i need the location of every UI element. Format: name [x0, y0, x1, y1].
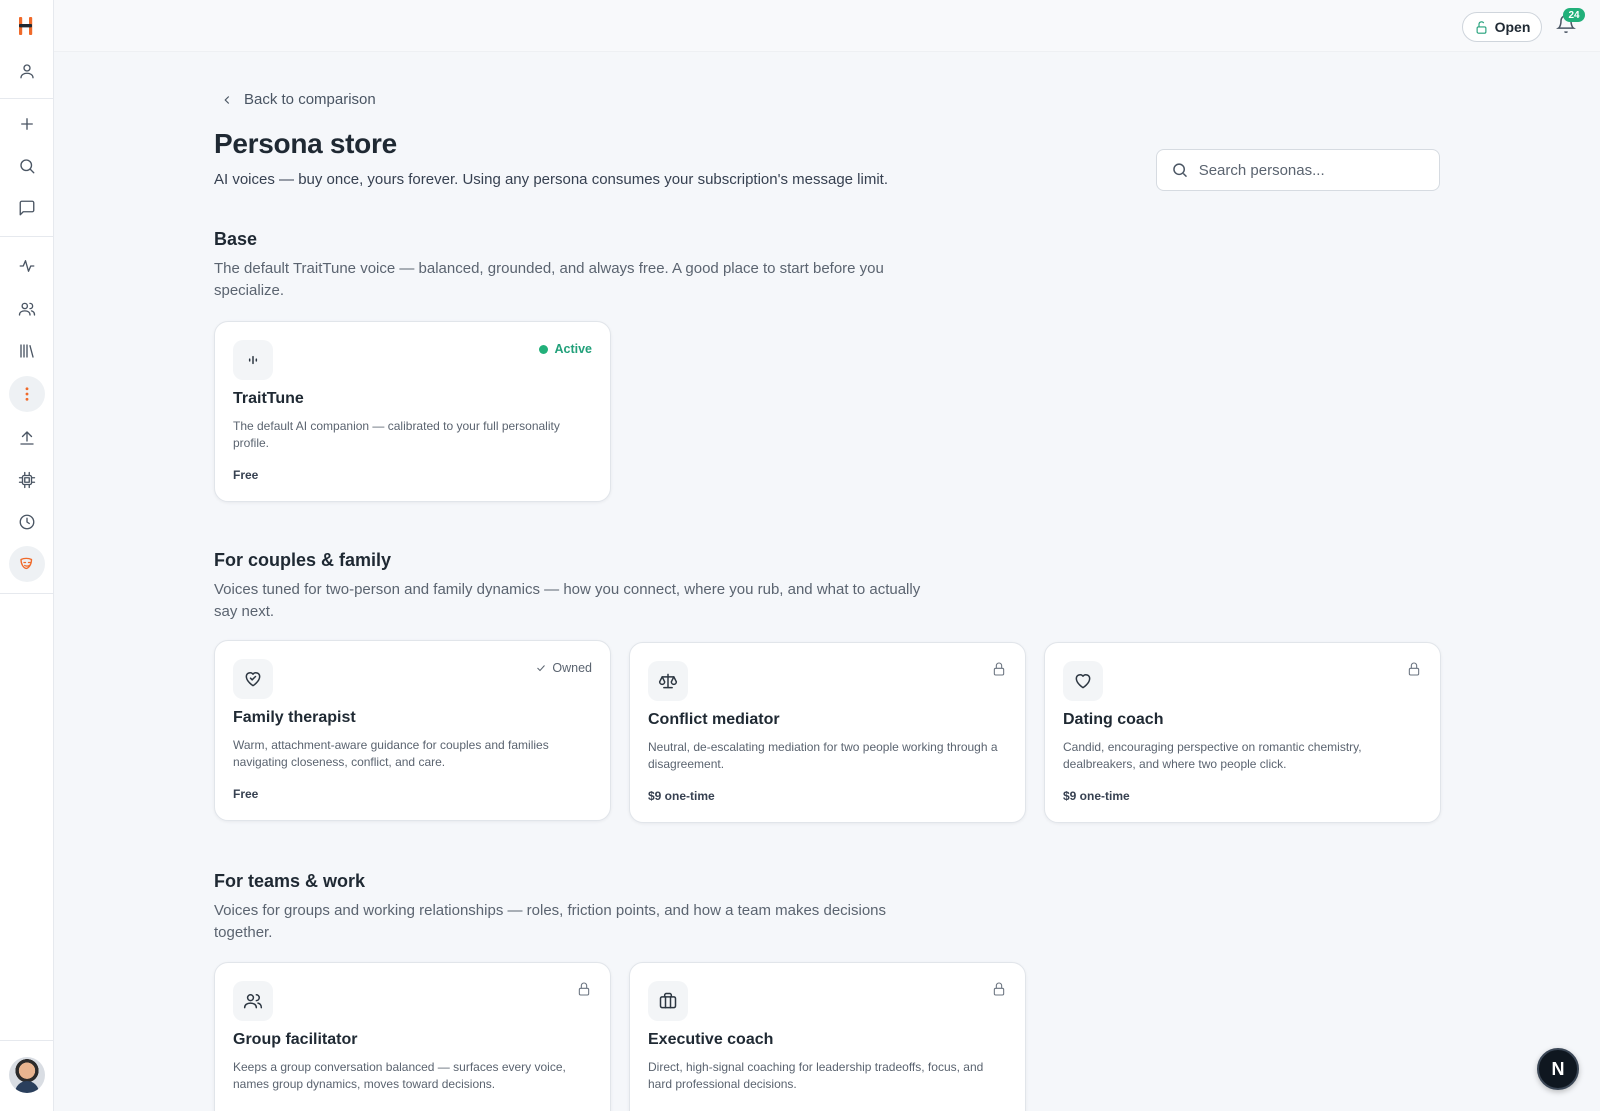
- plus-icon[interactable]: [9, 106, 45, 142]
- scale-icon: [648, 661, 688, 701]
- search-icon[interactable]: [9, 148, 45, 184]
- card-title: Executive coach: [648, 1031, 774, 1048]
- card-title: Dating coach: [1063, 711, 1164, 728]
- topbar: [54, 0, 1600, 52]
- heart-icon: [1063, 661, 1103, 701]
- status-label: Owned: [552, 661, 592, 675]
- persona-card-group-facilitator[interactable]: Group facilitator Keeps a group conversa…: [214, 962, 611, 1111]
- chevron-left-icon: [224, 95, 230, 104]
- people-icon[interactable]: [9, 291, 45, 327]
- section-title-teams: For teams & work: [214, 871, 366, 891]
- section-desc-base: The default TraitTune voice — balanced, …: [214, 260, 884, 299]
- app-logo[interactable]: [15, 14, 39, 38]
- floating-action-button[interactable]: N: [1537, 1048, 1579, 1090]
- status-badge: Active: [539, 342, 592, 356]
- card-title: TraitTune: [233, 390, 304, 407]
- section-desc-couples: Voices tuned for two-person and family d…: [214, 581, 921, 620]
- more-vertical-icon[interactable]: [9, 376, 45, 412]
- card-price: Free: [233, 787, 259, 801]
- search-input[interactable]: [1198, 161, 1425, 179]
- chip-icon[interactable]: [9, 462, 45, 498]
- search-icon: [1173, 163, 1188, 178]
- briefcase-icon: [648, 981, 688, 1021]
- card-description: Neutral, de-escalating mediation for two…: [648, 740, 998, 771]
- page-title: Persona store: [214, 128, 397, 159]
- search-box: [1156, 149, 1440, 191]
- users-icon: [233, 981, 273, 1021]
- open-label: Open: [1494, 19, 1531, 35]
- notification-badge: 24: [1563, 8, 1585, 22]
- status-badge: Owned: [535, 661, 592, 675]
- card-title: Conflict mediator: [648, 711, 780, 728]
- page-subtitle: AI voices — buy once, yours forever. Usi…: [214, 171, 888, 188]
- card-price: $9 one-time: [648, 789, 715, 803]
- card-price: Free: [233, 468, 259, 482]
- persona-mask-icon[interactable]: [9, 546, 45, 582]
- card-description: Keeps a group conversation balanced — su…: [233, 1060, 566, 1091]
- back-to-comparison-link[interactable]: Back to comparison: [220, 91, 376, 108]
- section-title-couples: For couples & family: [214, 550, 392, 570]
- card-description: The default AI companion — calibrated to…: [233, 419, 560, 450]
- sparkle-icon[interactable]: [9, 248, 45, 284]
- back-label: Back to comparison: [244, 91, 376, 108]
- unlock-icon: [1476, 20, 1487, 34]
- card-title: Family therapist: [233, 709, 356, 726]
- persona-card-conflict-mediator[interactable]: Conflict mediator Neutral, de-escalating…: [629, 642, 1026, 823]
- library-icon[interactable]: [9, 333, 45, 369]
- waveform-icon: [233, 340, 273, 380]
- persona-card-family-therapist[interactable]: Owned Family therapist Warm, attachment-…: [214, 640, 611, 821]
- lock-icon: [1406, 661, 1422, 677]
- status-label: Active: [554, 342, 592, 356]
- card-description: Candid, encouraging perspective on roman…: [1063, 740, 1362, 771]
- persona-card-dating-coach[interactable]: Dating coach Candid, encouraging perspec…: [1044, 642, 1441, 823]
- lock-icon: [991, 981, 1007, 997]
- sidebar: [0, 0, 54, 1111]
- clock-icon[interactable]: [9, 504, 45, 540]
- check-icon: [537, 665, 546, 672]
- profile-icon[interactable]: [9, 53, 45, 89]
- card-price: $9 one-time: [1063, 789, 1130, 803]
- heart-handshake-icon: [233, 659, 273, 699]
- lock-icon: [991, 661, 1007, 677]
- open-button[interactable]: Open: [1462, 12, 1542, 42]
- card-title: Group facilitator: [233, 1031, 358, 1048]
- section-title-base: Base: [214, 229, 258, 249]
- card-description: Warm, attachment-aware guidance for coup…: [233, 738, 549, 769]
- upload-icon[interactable]: [9, 420, 45, 456]
- lock-icon: [576, 981, 592, 997]
- chat-icon[interactable]: [9, 190, 45, 226]
- persona-card-traittune[interactable]: Active TraitTune The default AI companio…: [214, 321, 611, 502]
- card-description: Direct, high-signal coaching for leaders…: [648, 1060, 984, 1091]
- active-dot: [539, 344, 549, 354]
- section-desc-teams: Voices for groups and working relationsh…: [214, 902, 887, 941]
- persona-card-executive-coach[interactable]: Executive coach Direct, high-signal coac…: [629, 962, 1026, 1111]
- user-avatar[interactable]: [9, 1057, 45, 1093]
